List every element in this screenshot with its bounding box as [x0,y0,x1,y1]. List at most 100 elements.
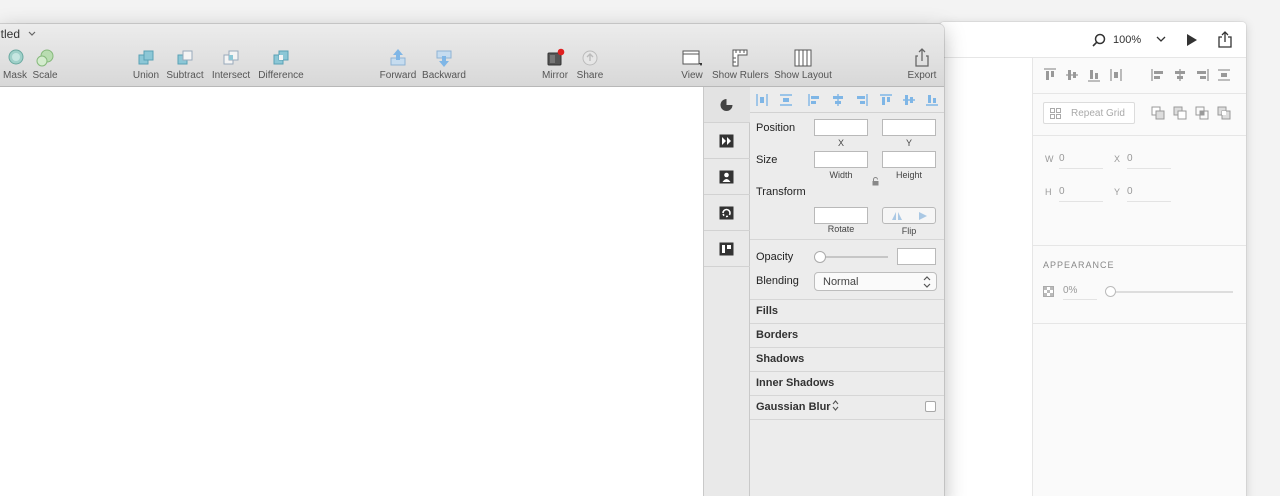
tab-layout[interactable] [704,231,750,267]
show-layout-button[interactable]: Show Layout [774,48,832,84]
height-field[interactable] [882,151,936,168]
appearance-section: APPEARANCE 0% [1033,246,1246,324]
align-center-icon[interactable] [1173,68,1187,82]
flip-control [882,207,936,224]
export-button[interactable]: Export [904,48,940,84]
scale-button[interactable]: Scale [30,48,60,84]
mirror-icon [547,48,565,66]
mask-button[interactable]: Mask [2,48,28,84]
divider [750,299,944,300]
subtract-label: Subtract [166,70,204,81]
distribute-vertical-icon[interactable] [1217,68,1231,82]
rotate-field[interactable] [814,207,868,224]
share-icon[interactable] [1217,31,1233,48]
document-title[interactable]: itled [0,27,20,41]
position-x-field[interactable] [814,119,868,136]
intersect-button[interactable]: Intersect [208,48,254,84]
inspector-panel: Position X Y Size Width Height Transform… [750,87,944,496]
export-label: Export [907,70,937,81]
add-icon[interactable] [1151,106,1165,120]
inner-shadows-section[interactable]: Inner Shadows [756,377,834,389]
distribute-vertical-icon[interactable] [780,94,792,106]
sync-tab-icon [719,206,734,220]
zoom-level[interactable]: 100% [1113,34,1141,46]
distribute-horizontal-icon[interactable] [756,94,768,106]
bring-forward-icon [390,49,406,66]
person-tab-icon [719,170,734,184]
alignment-bar [750,87,944,113]
share-button[interactable]: Share [574,48,606,84]
blending-value: Normal [823,276,859,288]
repeat-grid-icon [1050,108,1061,119]
flip-caption: Flip [901,226,917,236]
canvas[interactable] [0,87,703,496]
align-middle-icon[interactable] [903,94,915,106]
backward-button[interactable]: Backward [420,48,468,84]
opacity-slider-knob[interactable] [814,251,826,263]
height-field[interactable]: 0 [1059,186,1103,202]
blending-select[interactable]: Normal [814,272,937,291]
appearance-title: APPEARANCE [1043,260,1115,270]
search-icon[interactable] [1092,33,1106,47]
difference-button[interactable]: Difference [256,48,306,84]
opacity-field[interactable]: 0% [1063,285,1097,300]
fills-section[interactable]: Fills [756,305,778,317]
subtract-icon[interactable] [1173,106,1187,120]
tab-sync[interactable] [704,195,750,231]
sketch-window: itled Mask Scale Union Subtract Intersec… [0,24,944,496]
play-icon[interactable] [1186,34,1198,46]
transform-label: Transform [756,186,806,198]
x-field[interactable]: 0 [1127,153,1171,169]
layout-grid-icon [794,49,812,67]
distribute-horizontal-icon[interactable] [1109,68,1123,82]
style-tab-icon [720,99,733,111]
width-field[interactable] [814,151,868,168]
tab-symbols[interactable] [704,123,750,159]
union-button[interactable]: Union [130,48,162,84]
opacity-slider-track[interactable] [820,256,888,258]
view-button[interactable]: View [676,48,708,84]
select-arrows-icon [923,276,931,288]
gaussian-blur-section[interactable]: Gaussian Blur [756,401,831,413]
opacity-slider-track[interactable] [1107,291,1233,293]
position-y-field[interactable] [882,119,936,136]
tab-prototype[interactable] [704,159,750,195]
align-center-horizontal-icon[interactable] [832,94,844,106]
align-bottom-icon[interactable] [926,94,938,106]
opacity-field[interactable] [897,248,936,265]
y-field[interactable]: 0 [1127,186,1171,202]
align-bottom-icon[interactable] [1087,68,1101,82]
show-rulers-button[interactable]: Show Rulers [712,48,769,84]
chevron-updown-icon[interactable] [832,400,839,411]
chevron-down-icon[interactable] [28,31,36,37]
blending-label: Blending [756,275,799,287]
lock-icon[interactable] [872,177,879,186]
opacity-slider-knob[interactable] [1105,286,1116,297]
flip-horizontal-icon[interactable] [892,211,902,221]
shadows-section[interactable]: Shadows [756,353,804,365]
align-right-icon[interactable] [1195,68,1209,82]
subtract-button[interactable]: Subtract [164,48,206,84]
align-right-icon[interactable] [856,94,868,106]
tab-style[interactable] [704,87,750,123]
symbols-tab-icon [719,134,734,148]
chevron-down-icon[interactable] [1156,34,1166,44]
width-caption: Width [829,170,853,180]
align-left-icon[interactable] [808,94,820,106]
borders-section[interactable]: Borders [756,329,798,341]
repeat-grid-button[interactable]: Repeat Grid [1043,102,1135,124]
align-left-icon[interactable] [1151,68,1165,82]
ruler-icon [732,49,748,67]
mirror-button[interactable]: Mirror [539,48,571,84]
align-top-icon[interactable] [880,94,892,106]
forward-button[interactable]: Forward [378,48,418,84]
align-top-icon[interactable] [1043,68,1057,82]
exclude-icon[interactable] [1217,106,1231,120]
align-middle-icon[interactable] [1065,68,1079,82]
intersect-icon[interactable] [1195,106,1209,120]
width-field[interactable]: 0 [1059,153,1103,169]
gaussian-blur-checkbox[interactable] [925,401,936,412]
view-label: View [681,70,703,81]
send-backward-icon [436,50,452,67]
flip-vertical-icon[interactable] [918,211,928,221]
